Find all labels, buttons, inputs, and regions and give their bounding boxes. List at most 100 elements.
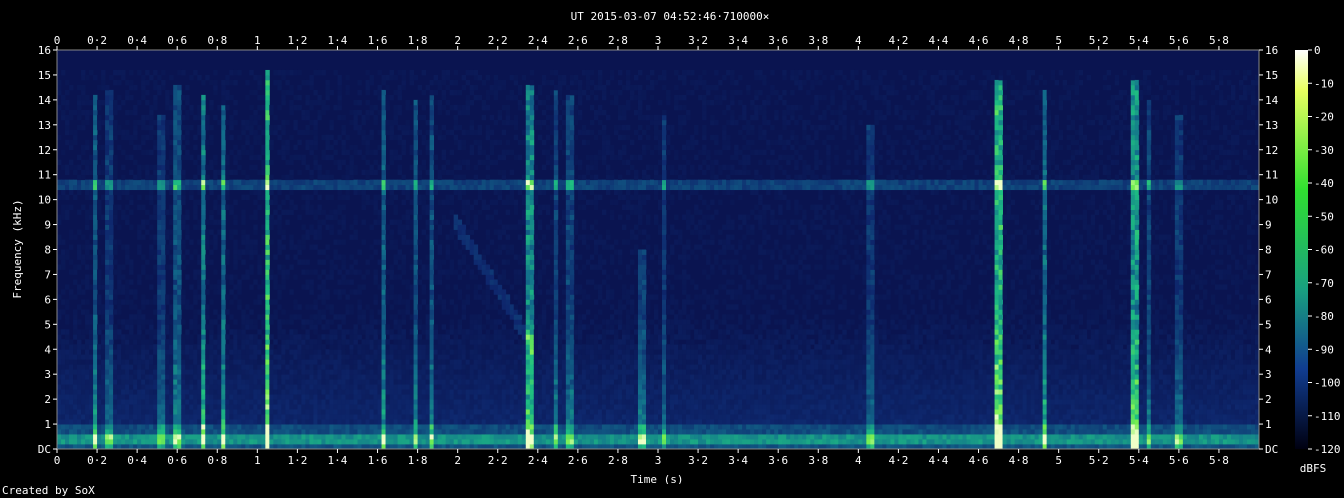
- heat-cell: [109, 314, 114, 320]
- heat-cell: [157, 374, 162, 380]
- heat-cell: [357, 309, 362, 315]
- heat-cell: [221, 299, 226, 305]
- heat-cell: [213, 369, 218, 375]
- heat-cell: [401, 394, 406, 400]
- heat-cell: [433, 379, 439, 385]
- heat-cell: [201, 249, 206, 255]
- heat-cell: [117, 129, 122, 136]
- heat-cell: [329, 274, 334, 280]
- heat-cell: [113, 134, 118, 141]
- heat-cell: [425, 374, 431, 380]
- heat-cell: [109, 204, 114, 210]
- heat-cell: [305, 419, 310, 425]
- heat-cell: [377, 414, 382, 420]
- heat-cell: [401, 254, 406, 260]
- heat-cell: [441, 394, 447, 400]
- heat-cell: [425, 149, 431, 156]
- heat-cell: [161, 374, 166, 380]
- heat-cell: [241, 414, 246, 420]
- heat-cell: [253, 429, 258, 435]
- heat-cell: [385, 294, 390, 300]
- heat-cell: [61, 239, 66, 245]
- heat-cell: [429, 364, 435, 370]
- heat-cell: [73, 439, 78, 445]
- heat-cell: [409, 284, 414, 290]
- heat-cell: [345, 309, 350, 315]
- heat-cell: [173, 289, 178, 295]
- heat-cell: [109, 149, 114, 156]
- heat-cell: [193, 399, 198, 405]
- heat-cell: [117, 429, 122, 435]
- heat-cell: [281, 279, 286, 285]
- heat-cell: [273, 279, 278, 285]
- heat-cell: [429, 204, 435, 210]
- heat-cell: [445, 159, 451, 166]
- heat-cell: [113, 209, 118, 215]
- heat-cell: [237, 184, 242, 191]
- heat-cell: [265, 204, 270, 210]
- heat-cell: [381, 359, 386, 365]
- heat-cell: [213, 239, 218, 245]
- heat-cell: [429, 334, 435, 340]
- heat-cell: [101, 399, 106, 405]
- heat-cell: [257, 294, 262, 300]
- heat-cell: [281, 89, 286, 96]
- heat-cell: [421, 114, 427, 121]
- heat-cell: [81, 364, 86, 370]
- heat-cell: [169, 364, 174, 370]
- heat-cell: [57, 374, 62, 380]
- heat-cell: [113, 429, 118, 435]
- heat-cell: [85, 324, 90, 330]
- heat-cell: [409, 104, 414, 111]
- heat-cell: [329, 224, 334, 230]
- heat-cell: [89, 184, 94, 191]
- heat-cell: [453, 384, 459, 390]
- heat-cell: [301, 344, 306, 350]
- heat-cell: [221, 284, 226, 290]
- heat-cell: [349, 329, 354, 335]
- heat-cell: [61, 364, 66, 370]
- heat-cell: [257, 329, 262, 335]
- heat-cell: [381, 294, 386, 300]
- heat-cell: [213, 244, 218, 250]
- heat-cell: [241, 324, 246, 330]
- heat-cell: [137, 359, 142, 365]
- heat-cell: [173, 149, 178, 156]
- heat-cell: [305, 259, 310, 265]
- heat-cell: [321, 419, 326, 425]
- heat-cell: [253, 209, 258, 215]
- heat-cell: [309, 404, 314, 410]
- heat-cell: [153, 384, 158, 390]
- heat-cell: [225, 74, 230, 81]
- heat-cell: [193, 204, 198, 210]
- heat-cell: [265, 299, 270, 305]
- heat-cell: [441, 414, 447, 420]
- heat-cell: [173, 174, 178, 181]
- heat-cell: [161, 294, 166, 300]
- heat-cell: [117, 69, 122, 76]
- heat-cell: [453, 174, 459, 181]
- heat-cell: [105, 89, 110, 96]
- heat-cell: [177, 184, 182, 191]
- heat-cell: [249, 359, 254, 365]
- heat-cell: [57, 404, 62, 410]
- heat-cell: [217, 379, 222, 385]
- heat-cell: [173, 144, 178, 151]
- heat-cell: [113, 69, 118, 76]
- heat-cell: [313, 359, 318, 365]
- heat-cell: [429, 309, 435, 315]
- heat-cell: [173, 384, 178, 390]
- heat-cell: [185, 424, 190, 430]
- heat-cell: [105, 119, 110, 126]
- heat-cell: [441, 74, 447, 81]
- heat-cell: [185, 369, 190, 375]
- heat-cell: [293, 384, 298, 390]
- heat-cell: [57, 414, 62, 420]
- heat-cell: [93, 239, 98, 245]
- heat-cell: [81, 144, 86, 151]
- heat-cell: [265, 149, 270, 156]
- heat-cell: [141, 354, 146, 360]
- heat-cell: [409, 239, 414, 245]
- heat-cell: [213, 409, 218, 415]
- heat-cell: [393, 219, 398, 225]
